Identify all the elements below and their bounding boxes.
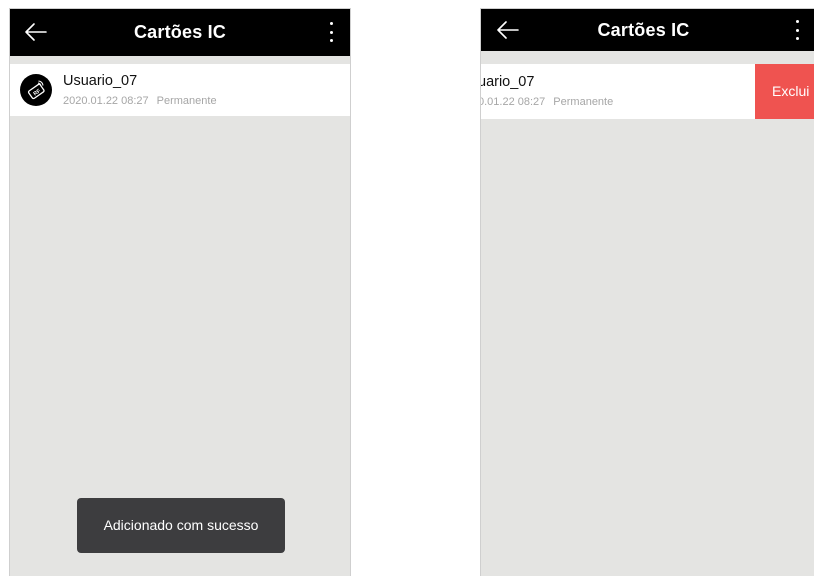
card-validity: Permanente bbox=[156, 95, 217, 107]
card-list-item-swiped[interactable]: uario_07 0.01.22 08:27 Permanente Exclui bbox=[481, 64, 814, 119]
card-date: 2020.01.22 08:27 bbox=[63, 95, 149, 107]
card-user-name: uario_07 bbox=[480, 74, 535, 90]
right-phone-screen: Cartões IC uario_07 0.01.22 08:27 Permane… bbox=[480, 8, 814, 576]
more-menu-icon[interactable] bbox=[326, 20, 336, 44]
card-user-name: Usuario_07 bbox=[63, 73, 138, 89]
more-menu-icon[interactable] bbox=[792, 18, 802, 42]
card-meta: 0.01.22 08:27 Permanente bbox=[480, 96, 614, 108]
rf-card-icon: RF bbox=[20, 74, 52, 106]
left-phone-screen: Cartões IC RF Usuario_07 2020.01.22 08:2… bbox=[9, 8, 351, 576]
success-toast: Adicionado com sucesso bbox=[77, 498, 285, 553]
page-title: Cartões IC bbox=[133, 22, 227, 42]
card-meta: 2020.01.22 08:27 Permanente bbox=[63, 95, 217, 107]
card-date: 0.01.22 08:27 bbox=[480, 96, 546, 108]
page-title: Cartões IC bbox=[597, 20, 690, 40]
app-header: Cartões IC bbox=[10, 9, 350, 56]
card-list-item[interactable]: RF Usuario_07 2020.01.22 08:27 Permanente bbox=[10, 64, 350, 116]
svg-text:RF: RF bbox=[33, 88, 43, 97]
app-header: Cartões IC bbox=[481, 9, 814, 51]
card-validity: Permanente bbox=[553, 96, 614, 108]
delete-button[interactable]: Exclui bbox=[755, 64, 814, 119]
